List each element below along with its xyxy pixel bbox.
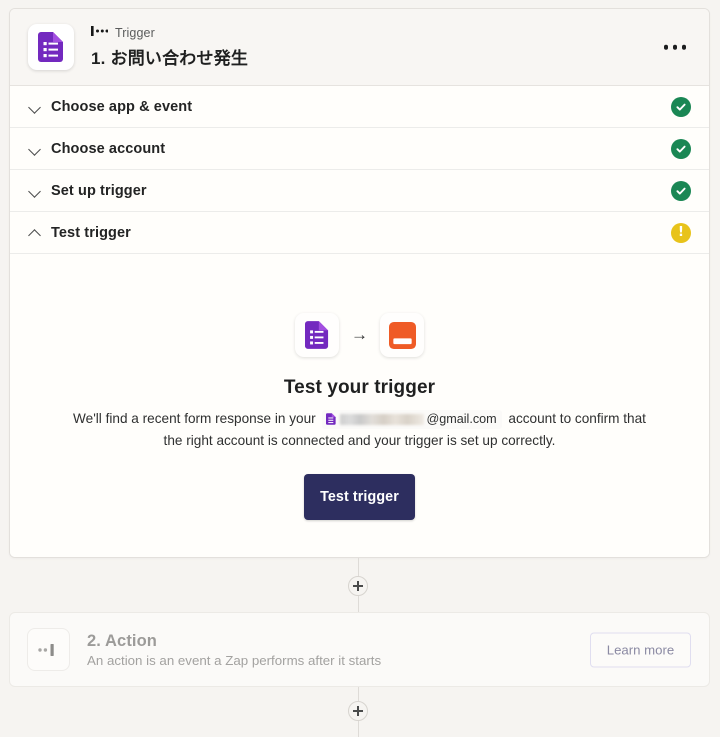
connector-line-bottom — [358, 687, 359, 701]
panel-description: We'll find a recent form response in you… — [50, 408, 670, 452]
action-dots-bar-icon — [27, 628, 70, 671]
google-forms-icon — [295, 313, 339, 357]
app-flow-icons: → — [295, 313, 424, 357]
description-text-after: account to confirm that — [508, 411, 646, 426]
trigger-type-label: Trigger — [115, 26, 155, 40]
panel-heading: Test your trigger — [283, 377, 436, 398]
step-label: Test trigger — [51, 224, 131, 241]
google-forms-icon — [28, 24, 74, 70]
chevron-down-icon — [27, 183, 42, 198]
plus-circle-icon[interactable] — [348, 701, 368, 721]
step-label: Choose account — [51, 140, 166, 157]
trigger-card-header: Trigger 1. お問い合わせ発生 — [10, 9, 709, 86]
check-circle-icon — [671, 180, 691, 201]
chevron-up-icon — [27, 225, 42, 240]
step-label: Set up trigger — [51, 182, 147, 199]
trigger-header-text: Trigger 1. お問い合わせ発生 — [91, 26, 248, 69]
test-trigger-button[interactable]: Test trigger — [304, 474, 415, 520]
connector-line-mid — [358, 596, 359, 613]
arrow-right-icon: → — [351, 325, 368, 344]
description-text-line2: the right account is connected and your … — [163, 433, 556, 448]
action-title: 2. Action — [87, 631, 157, 650]
chevron-down-icon — [27, 99, 42, 114]
zapier-app-icon — [380, 313, 424, 357]
google-forms-icon — [326, 413, 337, 426]
check-circle-icon — [671, 96, 691, 117]
trigger-bar-dots-icon — [91, 24, 109, 42]
sidebar-item-set-up-trigger[interactable]: Set up trigger — [10, 170, 709, 212]
step-label: Choose app & event — [51, 98, 193, 115]
trigger-step-card: Trigger 1. お問い合わせ発生 Choose app & event C… — [9, 8, 710, 558]
sidebar-item-test-trigger[interactable]: Test trigger ! — [10, 212, 709, 254]
sidebar-item-choose-app-event[interactable]: Choose app & event — [10, 86, 709, 128]
sidebar-item-choose-account[interactable]: Choose account — [10, 128, 709, 170]
action-card-text: 2. Action An action is an event a Zap pe… — [87, 632, 381, 668]
kebab-menu-icon[interactable] — [658, 37, 693, 58]
page-title: 1. お問い合わせ発生 — [91, 48, 249, 68]
learn-more-button[interactable]: Learn more — [590, 632, 691, 667]
chevron-down-icon — [27, 141, 42, 156]
redacted-username — [340, 413, 425, 425]
account-domain: @gmail.com — [426, 412, 497, 427]
connector-line-top — [358, 558, 359, 576]
test-trigger-panel: → Test your trigger We'll find a recent … — [10, 254, 709, 557]
plus-circle-icon[interactable] — [348, 576, 368, 596]
action-subtitle: An action is an event a Zap performs aft… — [87, 652, 382, 668]
connected-account-chip: @gmail.com — [322, 409, 502, 429]
zap-editor-screen: Trigger 1. お問い合わせ発生 Choose app & event C… — [0, 0, 720, 737]
connector-line-end — [358, 721, 359, 737]
check-circle-icon — [671, 138, 691, 159]
action-step-card[interactable]: 2. Action An action is an event a Zap pe… — [9, 612, 710, 687]
description-text-before: We'll find a recent form response in you… — [73, 411, 316, 426]
warning-circle-icon: ! — [671, 222, 691, 243]
